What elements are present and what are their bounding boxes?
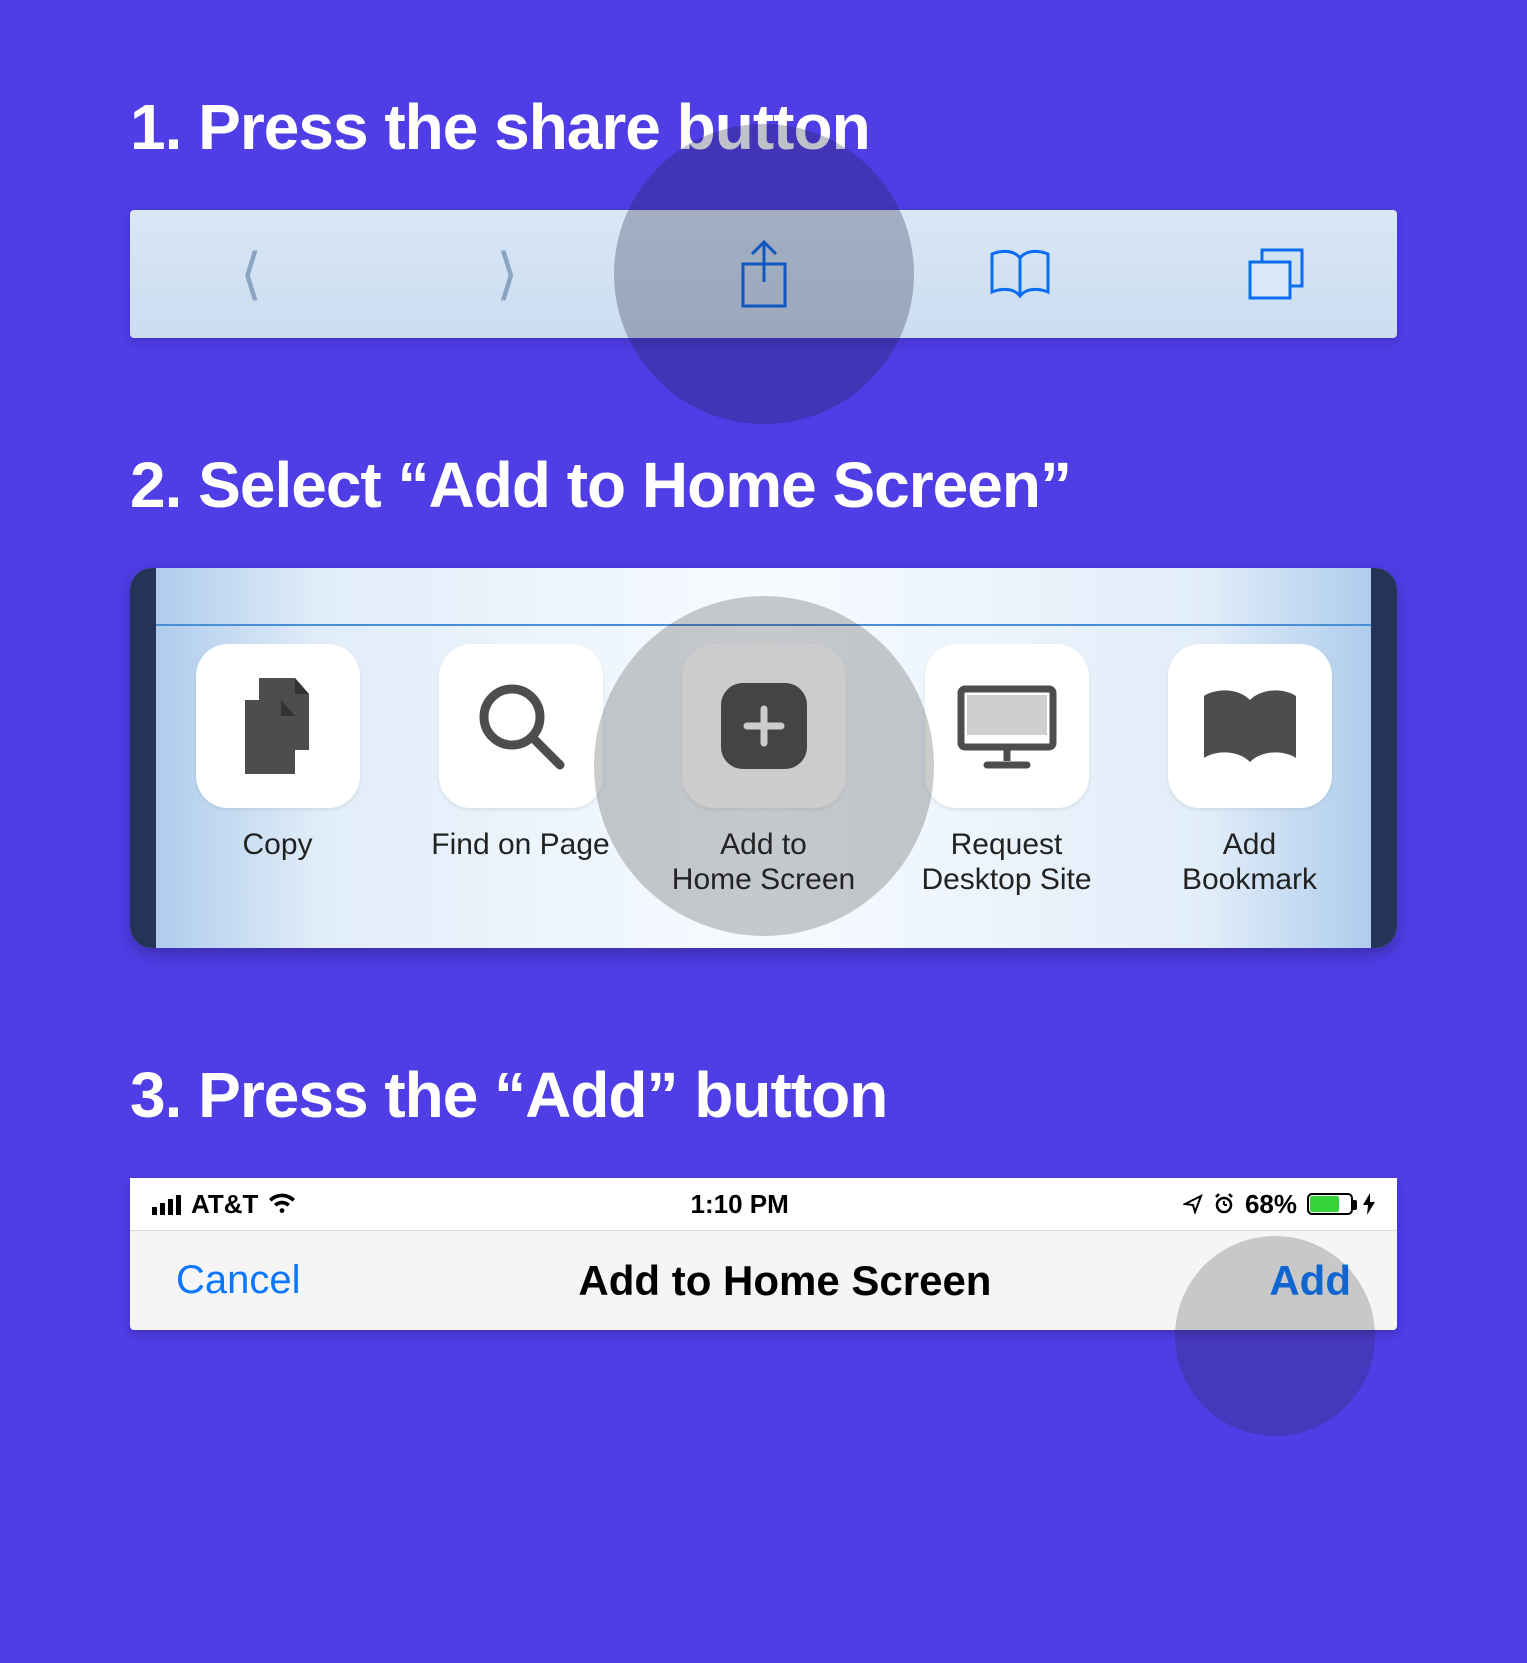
step2-heading: 2. Select “Add to Home Screen” [130,448,1397,522]
chevron-left-icon: ⟨ [240,242,262,305]
signal-icon [152,1193,181,1215]
status-bar: AT&T 1:10 PM 68% [130,1178,1397,1230]
share-action-find[interactable]: Find on Page [409,644,633,863]
step1-heading: 1. Press the share button [130,90,1397,164]
share-button[interactable] [679,238,849,310]
share-icon [735,238,793,310]
chevron-right-icon: ⟩ [496,242,518,305]
share-label: Copy [166,828,390,863]
tabs-icon [1246,246,1306,302]
forward-button[interactable]: ⟩ [422,241,592,307]
alarm-icon [1213,1193,1235,1215]
book-open-icon [988,248,1052,300]
search-icon [476,681,566,771]
battery-icon [1307,1193,1353,1215]
desktop-icon [955,683,1059,769]
wifi-icon [268,1193,296,1215]
share-label: Add Bookmark [1138,828,1362,897]
nav-title: Add to Home Screen [578,1257,991,1305]
nav-bar: Cancel Add to Home Screen Add [130,1230,1397,1330]
share-action-add-home[interactable]: Add to Home Screen [652,644,876,897]
cancel-button[interactable]: Cancel [176,1258,301,1303]
carrier-label: AT&T [191,1189,258,1220]
clock: 1:10 PM [691,1189,789,1220]
plus-icon [721,683,807,769]
share-label: Add to Home Screen [652,828,876,897]
book-icon [1198,686,1302,766]
battery-percent: 68% [1245,1189,1297,1220]
back-button[interactable]: ⟨ [166,241,336,307]
add-to-home-panel: AT&T 1:10 PM 68% Cancel Add to Home Scre… [130,1178,1397,1330]
add-button[interactable]: Add [1269,1257,1351,1305]
safari-toolbar: ⟨ ⟩ [130,210,1397,338]
share-sheet: Copy Find on Page Add to Home Scre [130,568,1397,948]
share-action-copy[interactable]: Copy [166,644,390,863]
share-label: Request Desktop Site [895,828,1119,897]
share-label: Find on Page [409,828,633,863]
location-icon [1183,1194,1203,1214]
bookmarks-button[interactable] [935,248,1105,300]
copy-icon [235,678,321,774]
share-action-bookmark[interactable]: Add Bookmark [1138,644,1362,897]
step3-heading: 3. Press the “Add” button [130,1058,1397,1132]
charging-icon [1363,1193,1375,1215]
divider [156,624,1371,626]
share-action-desktop[interactable]: Request Desktop Site [895,644,1119,897]
tabs-button[interactable] [1191,246,1361,302]
